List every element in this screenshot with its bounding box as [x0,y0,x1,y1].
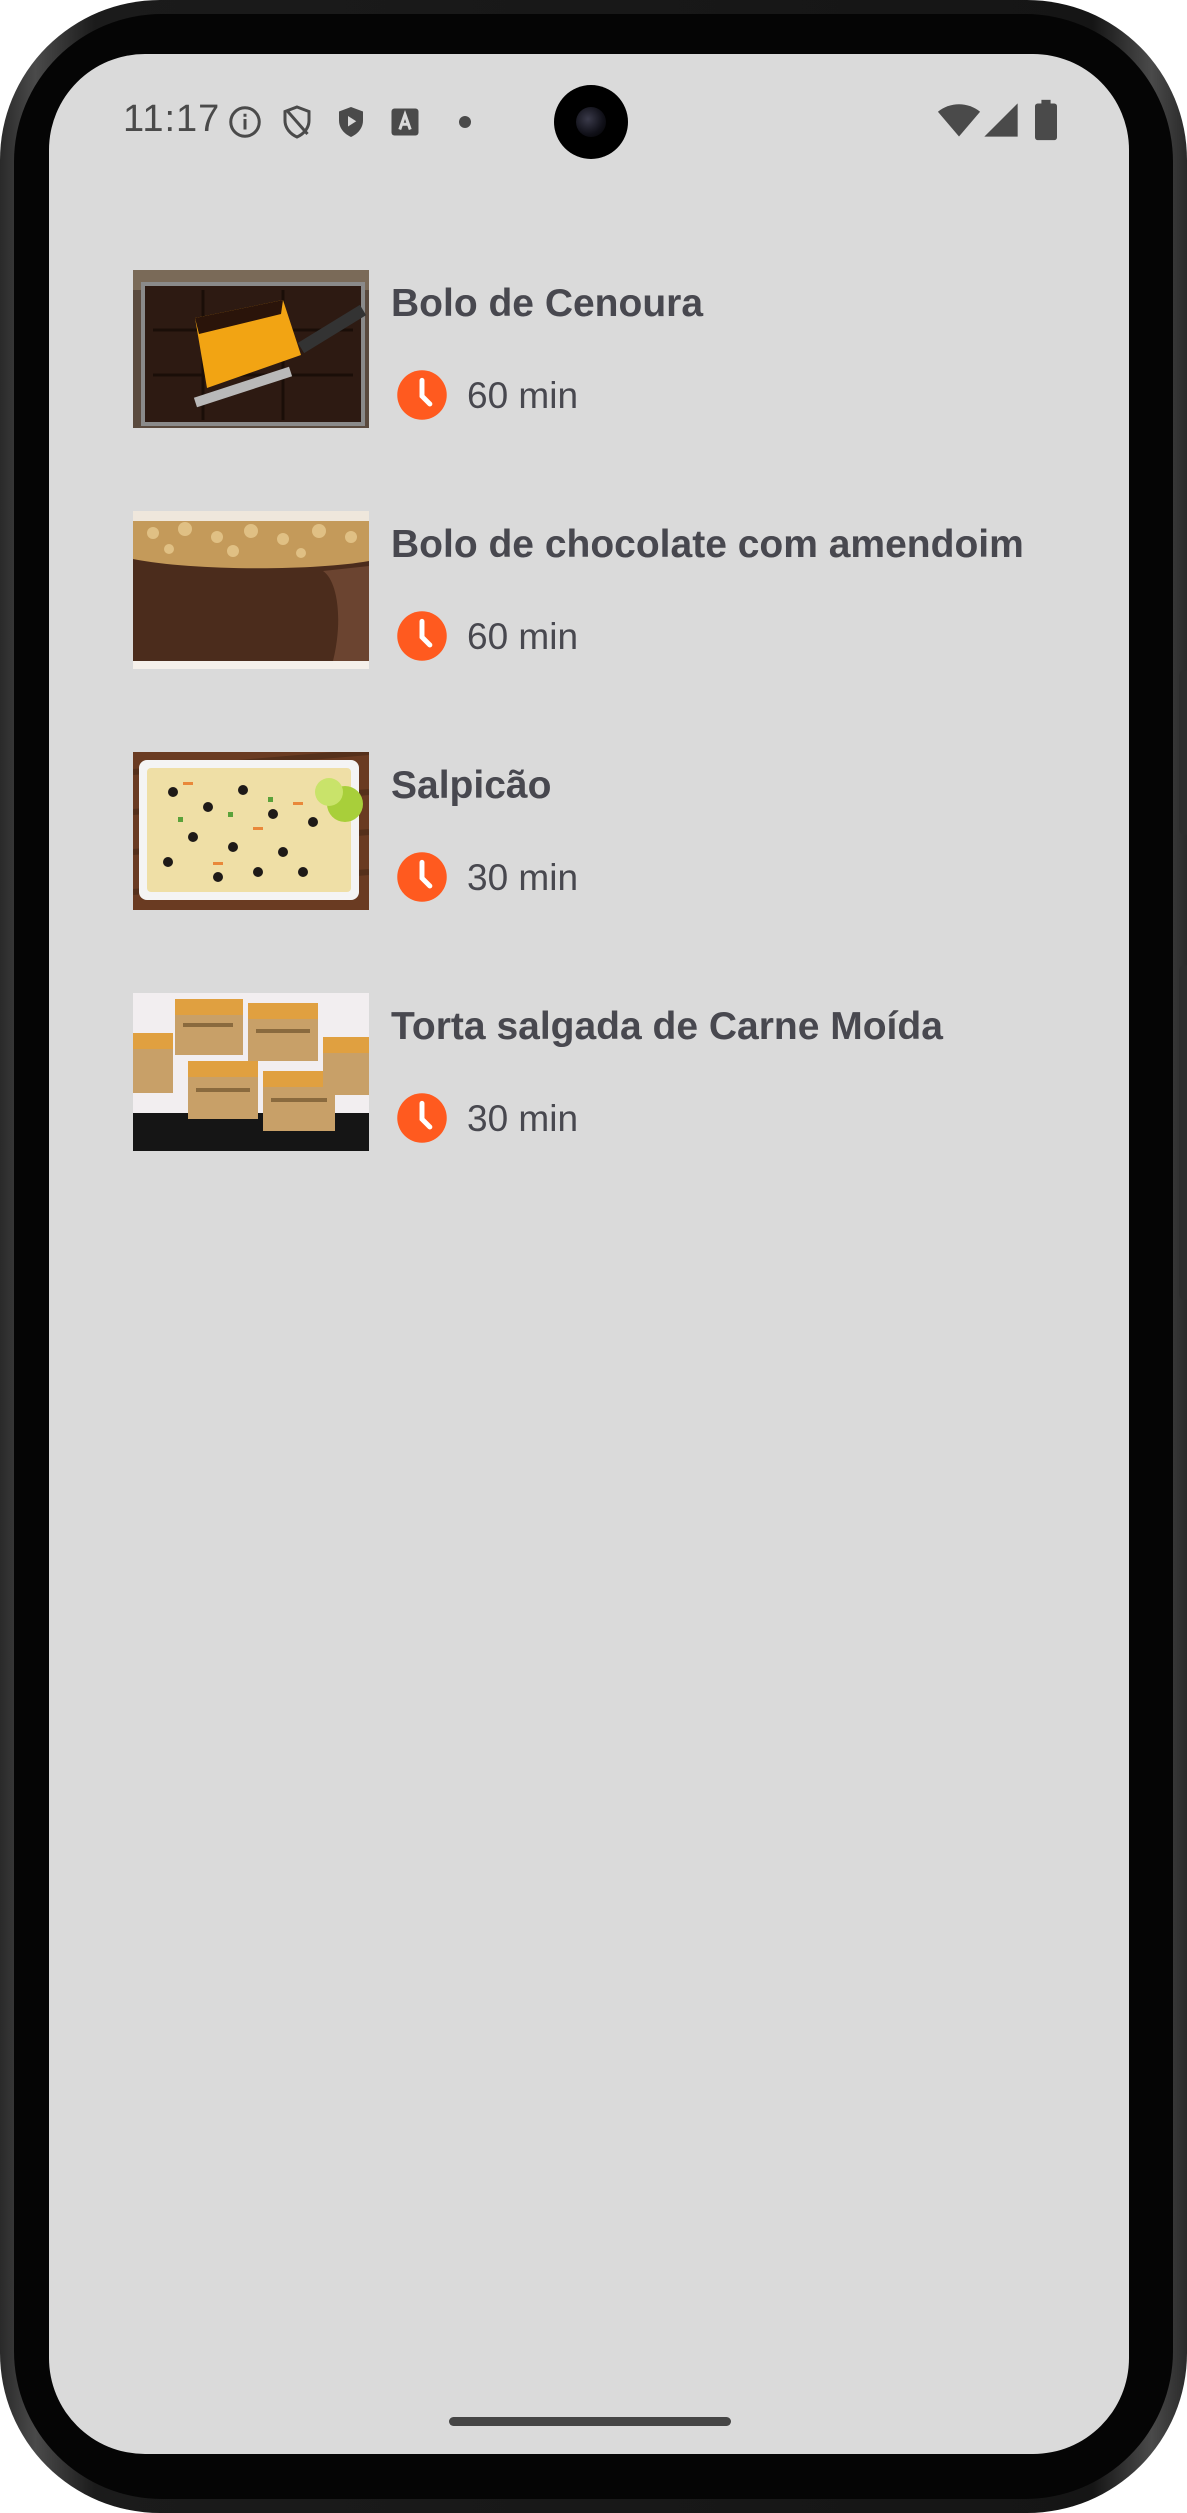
recipe-list-item[interactable]: Bolo de chocolate com amendoim 60 min [133,511,1093,671]
recipe-title: Bolo de Cenoura [391,282,704,325]
shield-icon [283,105,311,139]
play-protect-icon [339,107,363,137]
clock-icon [397,1093,447,1143]
signal-icon [984,103,1018,137]
chocolate-peanut-cake-image [133,511,369,669]
recipe-list-item[interactable]: Salpicão 30 min [133,752,1093,912]
battery-icon [1035,99,1057,141]
recipe-duration: 60 min [467,375,579,416]
clock-icon [397,611,447,661]
volume-button [1179,965,1187,1300]
home-indicator[interactable] [449,2417,731,2426]
power-button [1179,670,1187,835]
recipe-title: Bolo de chocolate com amendoim [391,523,1024,566]
clock-icon [397,370,447,420]
recipe-duration: 30 min [467,1098,579,1139]
recipe-duration: 60 min [467,616,579,657]
phone-frame: 11:17 Bolo de Cenoura 60 min Bolo de cho… [0,0,1187,2513]
wifi-icon [937,104,981,137]
carrot-cake-image [133,270,369,428]
status-time: 11:17 [123,98,221,140]
recipe-duration: 30 min [467,857,579,898]
recipe-list: Bolo de Cenoura 60 min Bolo de chocolate… [133,270,1093,1234]
salpicao-image [133,752,369,910]
recipe-list-item[interactable]: Bolo de Cenoura 60 min [133,270,1093,430]
clock-icon [397,852,447,902]
front-camera [554,85,628,159]
info-icon [229,106,261,138]
font-icon [391,108,419,136]
recipe-title: Torta salgada de Carne Moída [391,1005,943,1048]
meat-pie-image [133,993,369,1151]
recipe-list-item[interactable]: Torta salgada de Carne Moída 30 min [133,993,1093,1153]
app-screen: 11:17 Bolo de Cenoura 60 min Bolo de cho… [49,54,1129,2454]
recipe-title: Salpicão [391,764,552,807]
dot-icon [459,116,471,128]
